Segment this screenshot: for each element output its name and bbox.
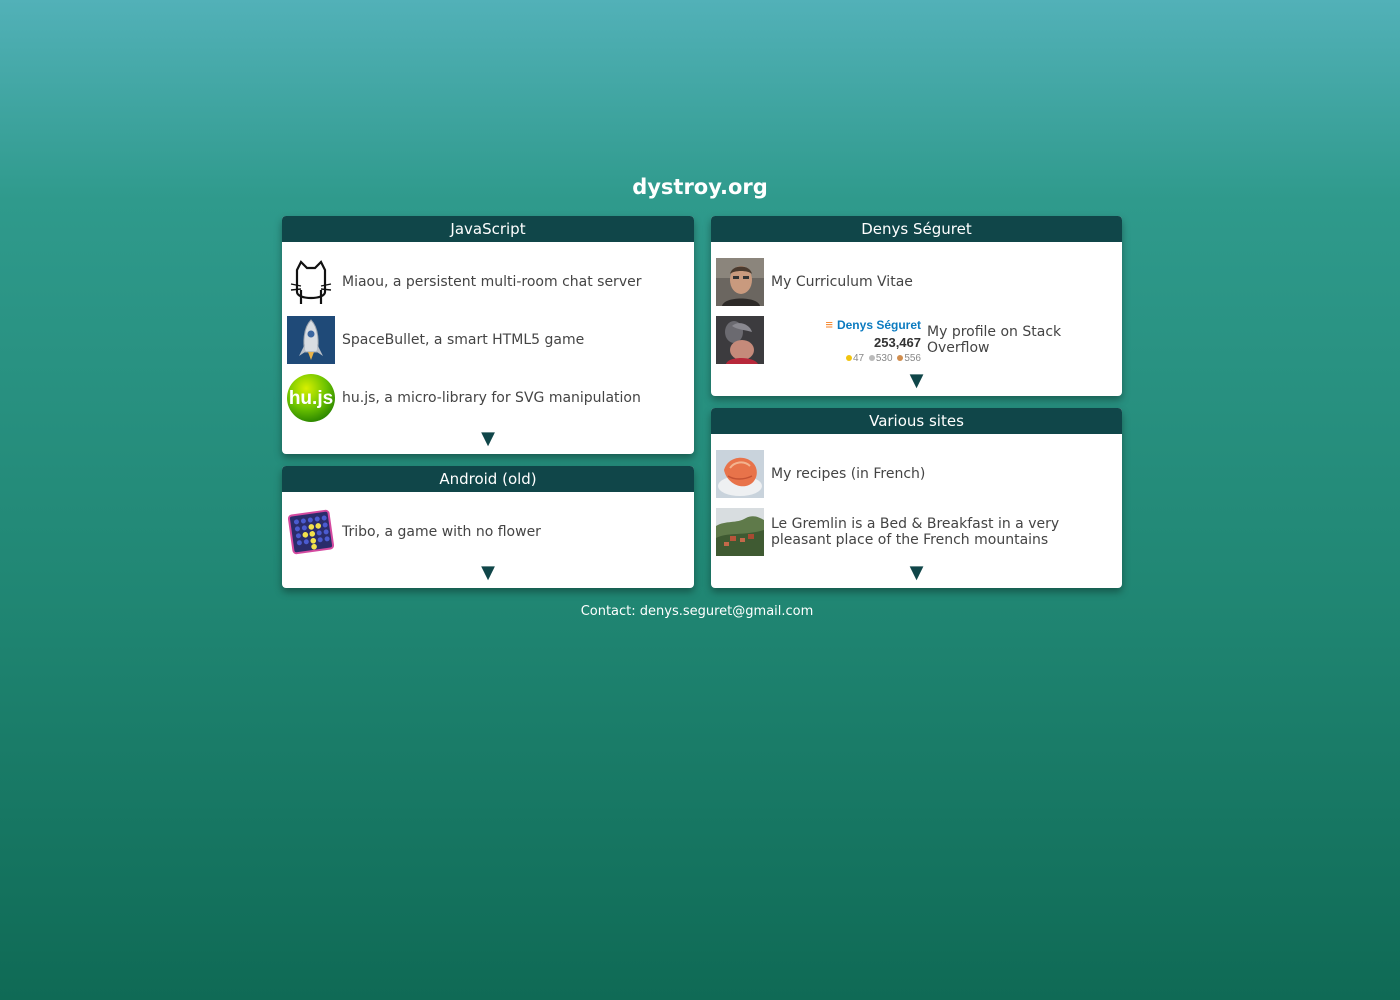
link-hujs[interactable]: hu.js hu.js, a micro-library for SVG man… <box>287 369 689 427</box>
link-recipes[interactable]: My recipes (in French) <box>716 445 1117 503</box>
panel-header-android: Android (old) <box>282 466 694 492</box>
hujs-logo-icon: hu.js <box>287 374 335 422</box>
grid-game-icon <box>287 508 335 556</box>
item-label: SpaceBullet, a smart HTML5 game <box>342 332 585 348</box>
panel-denys: Denys Séguret My Curriculum Vitae ≡ Deny… <box>711 216 1122 396</box>
hujs-logo-text: hu.js <box>289 388 333 409</box>
item-label: Miaou, a persistent multi-room chat serv… <box>342 274 642 290</box>
contact-footer[interactable]: Contact: denys.seguret@gmail.com <box>0 604 1394 619</box>
item-label: hu.js, a micro-library for SVG manipulat… <box>342 390 641 406</box>
item-label: My profile on Stack Overflow <box>927 324 1062 356</box>
item-label: Tribo, a game with no flower <box>342 524 541 540</box>
stackoverflow-icon: ≡ <box>825 317 833 332</box>
stackoverflow-flair: ≡ Denys Séguret 253,467 47 530 556 <box>771 316 921 364</box>
panel-header-javascript: JavaScript <box>282 216 694 242</box>
item-label: My Curriculum Vitae <box>771 274 913 290</box>
link-cv[interactable]: My Curriculum Vitae <box>716 253 1117 311</box>
so-user-name: Denys Séguret <box>836 318 921 332</box>
panel-various: Various sites My recipes (in French) Le … <box>711 408 1122 588</box>
item-label: My recipes (in French) <box>771 466 926 482</box>
portrait-photo <box>716 258 764 306</box>
panel-header-denys: Denys Séguret <box>711 216 1122 242</box>
so-reputation: 253,467 <box>874 335 921 350</box>
link-miaou[interactable]: Miaou, a persistent multi-room chat serv… <box>287 253 689 311</box>
link-tribo[interactable]: Tribo, a game with no flower <box>287 503 689 561</box>
site-title: dystroy.org <box>632 175 768 199</box>
village-photo <box>716 508 764 556</box>
panel-android: Android (old) Tribo, a game with no flow… <box>282 466 694 588</box>
cat-icon <box>287 258 335 306</box>
recipe-photo <box>716 450 764 498</box>
gold-badge-icon <box>845 354 852 361</box>
rocket-icon <box>287 316 335 364</box>
bronze-badge-icon <box>897 354 904 361</box>
expand-arrow-icon[interactable]: ▼ <box>716 561 1117 585</box>
expand-arrow-icon[interactable]: ▼ <box>287 561 689 585</box>
so-silver-count: 530 <box>875 353 893 364</box>
so-gold-count: 47 <box>852 353 865 364</box>
avatar-photo <box>716 316 764 364</box>
link-gremlin[interactable]: Le Gremlin is a Bed & Breakfast in a ver… <box>716 503 1117 561</box>
item-label: Le Gremlin is a Bed & Breakfast in a ver… <box>771 516 1060 548</box>
so-badges: 47 530 556 <box>771 352 921 366</box>
link-spacebullet[interactable]: SpaceBullet, a smart HTML5 game <box>287 311 689 369</box>
expand-arrow-icon[interactable]: ▼ <box>287 427 689 451</box>
panel-javascript: JavaScript Miaou, a persistent multi-roo… <box>282 216 694 454</box>
so-bronze-count: 556 <box>904 353 921 364</box>
link-stackoverflow[interactable]: ≡ Denys Séguret 253,467 47 530 556 My pro… <box>716 311 1117 369</box>
expand-arrow-icon[interactable]: ▼ <box>716 369 1117 393</box>
silver-badge-icon <box>868 354 875 361</box>
panel-header-various: Various sites <box>711 408 1122 434</box>
